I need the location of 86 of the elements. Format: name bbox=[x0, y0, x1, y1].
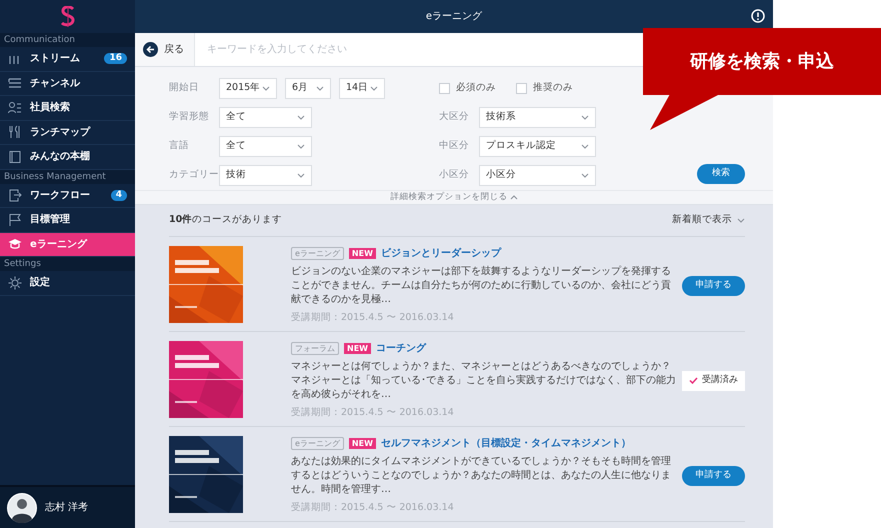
sidebar-label: ストリーム bbox=[30, 52, 80, 66]
chevron-icon bbox=[297, 172, 305, 178]
field-label: カテゴリー bbox=[169, 168, 219, 182]
count-badge: 16 bbox=[104, 53, 127, 64]
course-period: 受講期間：2015.4.5 〜 2016.03.14 bbox=[291, 500, 455, 515]
check-icon bbox=[689, 377, 698, 384]
dropdown[interactable]: 全て bbox=[219, 136, 312, 156]
flag-icon bbox=[8, 212, 22, 227]
checkbox-label[interactable]: 必須のみ bbox=[439, 80, 496, 96]
chevron-icon bbox=[297, 144, 305, 148]
course-period: 受講期間：2015.4.5 〜 2016.03.14 bbox=[291, 406, 455, 420]
chevron-icon bbox=[262, 86, 270, 90]
chevron-icon bbox=[316, 86, 324, 90]
callout-pointer bbox=[650, 94, 720, 130]
course-title-link[interactable]: セルフマネジメント（目標設定・タイムマネジメント） bbox=[380, 436, 631, 451]
field-label: 学習形態 bbox=[169, 110, 210, 124]
sidebar-label: チャンネル bbox=[30, 76, 80, 91]
apply-button[interactable]: 申請する bbox=[682, 276, 745, 296]
section-heading: Settings bbox=[0, 257, 135, 271]
field-label: 大区分 bbox=[439, 110, 470, 124]
dropdown[interactable]: 6月 bbox=[285, 78, 331, 98]
course-period: 受講期間：2015.4.5 〜 2016.03.14 bbox=[291, 310, 455, 325]
book-icon bbox=[8, 150, 22, 164]
search-button[interactable]: 検索 bbox=[697, 164, 745, 184]
result-count: 10件のコースがあります bbox=[169, 213, 282, 228]
count-badge: 4 bbox=[110, 190, 127, 201]
document-arrow-icon bbox=[8, 188, 22, 202]
alert-icon[interactable] bbox=[751, 9, 765, 23]
new-badge: NEW bbox=[348, 248, 376, 259]
checkbox[interactable] bbox=[439, 82, 450, 94]
checkbox-label[interactable]: 推奨のみ bbox=[516, 80, 573, 96]
type-tag: フォーラム bbox=[291, 342, 339, 355]
sidebar-label: ワークフロー bbox=[30, 188, 90, 203]
dropdown[interactable]: 全て bbox=[219, 106, 312, 128]
logo-icon bbox=[60, 6, 76, 28]
dropdown[interactable]: 小区分 bbox=[479, 164, 596, 186]
field-label: 言語 bbox=[169, 138, 190, 153]
fork-knife-icon bbox=[8, 125, 22, 140]
dropdown[interactable]: 14日 bbox=[339, 78, 385, 98]
chevron-icon bbox=[297, 114, 305, 120]
sort-dropdown[interactable]: 新着順で表示 bbox=[672, 213, 745, 228]
sidebar-label: eラーニング bbox=[30, 238, 87, 252]
chevron-icon bbox=[581, 144, 589, 148]
sidebar-item[interactable]: eラーニング bbox=[0, 232, 135, 257]
section-heading: Business Management bbox=[0, 170, 135, 184]
section-heading: Communication bbox=[0, 33, 135, 47]
sidebar-label: 目標管理 bbox=[30, 212, 70, 228]
list-icon bbox=[8, 76, 22, 90]
avatar bbox=[7, 492, 37, 522]
chevron-icon bbox=[370, 86, 378, 90]
chevron-icon bbox=[737, 218, 745, 223]
course-description: マネジャーとは何でしょうか？また、マネジャーとはどうあるべきなのでしょうか？マネジャーとは「知っている･できる」ことを自ら実践するだけではなく、部下の能力を高め彼らがそれを… bbox=[291, 360, 677, 402]
new-badge: NEW bbox=[348, 438, 376, 449]
dropdown[interactable]: 技術 bbox=[219, 164, 312, 186]
settings-icon bbox=[8, 276, 22, 290]
course-description: あなたは効果的にタイムマネジメントができているでしょうか？そもそも時間を管理するとはどういうことなのでしょうか？あなたの時間とは、あなたの人生に他なりません。時間を管理す… bbox=[291, 455, 672, 497]
collapse-link[interactable]: 詳細検索オプションを閉じる bbox=[390, 191, 518, 204]
chevron-icon bbox=[581, 172, 589, 178]
checkbox[interactable] bbox=[516, 82, 527, 94]
sidebar-label: 社員検索 bbox=[30, 100, 70, 116]
field-label: 小区分 bbox=[439, 168, 470, 182]
new-badge: NEW bbox=[344, 343, 371, 354]
field-label: 開始日 bbox=[169, 80, 200, 95]
sidebar-item[interactable]: ワークフロー 4 bbox=[0, 184, 135, 208]
back-button[interactable]: 戻る bbox=[135, 33, 195, 66]
dropdown[interactable]: プロスキル認定 bbox=[479, 136, 596, 156]
sidebar-label: みんなの本棚 bbox=[30, 150, 90, 164]
sidebar-label: 設定 bbox=[30, 275, 50, 290]
course-title-link[interactable]: コーチング bbox=[376, 341, 426, 356]
graduation-cap-icon bbox=[8, 237, 22, 252]
field-label: 中区分 bbox=[439, 138, 470, 153]
course-title-link[interactable]: ビジョンとリーダーシップ bbox=[380, 246, 501, 261]
sidebar-item[interactable]: ストリーム 16 bbox=[0, 47, 135, 72]
sidebar-label: ランチマップ bbox=[30, 125, 90, 140]
dropdown[interactable]: 技術系 bbox=[479, 106, 596, 128]
apply-button[interactable]: 申請する bbox=[682, 466, 745, 486]
completed-status: 受講済み bbox=[682, 370, 745, 390]
user-name: 志村 洋考 bbox=[45, 500, 88, 515]
type-tag: eラーニング bbox=[291, 247, 344, 260]
window-title: eラーニング bbox=[426, 10, 482, 24]
dropdown[interactable]: 2015年 bbox=[219, 78, 277, 98]
course-description: ビジョンのない企業のマネジャーは部下を鼓舞するようなリーダーシップを発揮することができません。チームは自分たちが何のために行動しているのか、会社にどう貢献できるのかを見極… bbox=[291, 265, 672, 307]
type-tag: eラーニング bbox=[291, 437, 344, 450]
chevron-icon bbox=[581, 114, 589, 120]
chevron-up-icon bbox=[510, 195, 518, 200]
person-list-icon bbox=[8, 100, 22, 115]
